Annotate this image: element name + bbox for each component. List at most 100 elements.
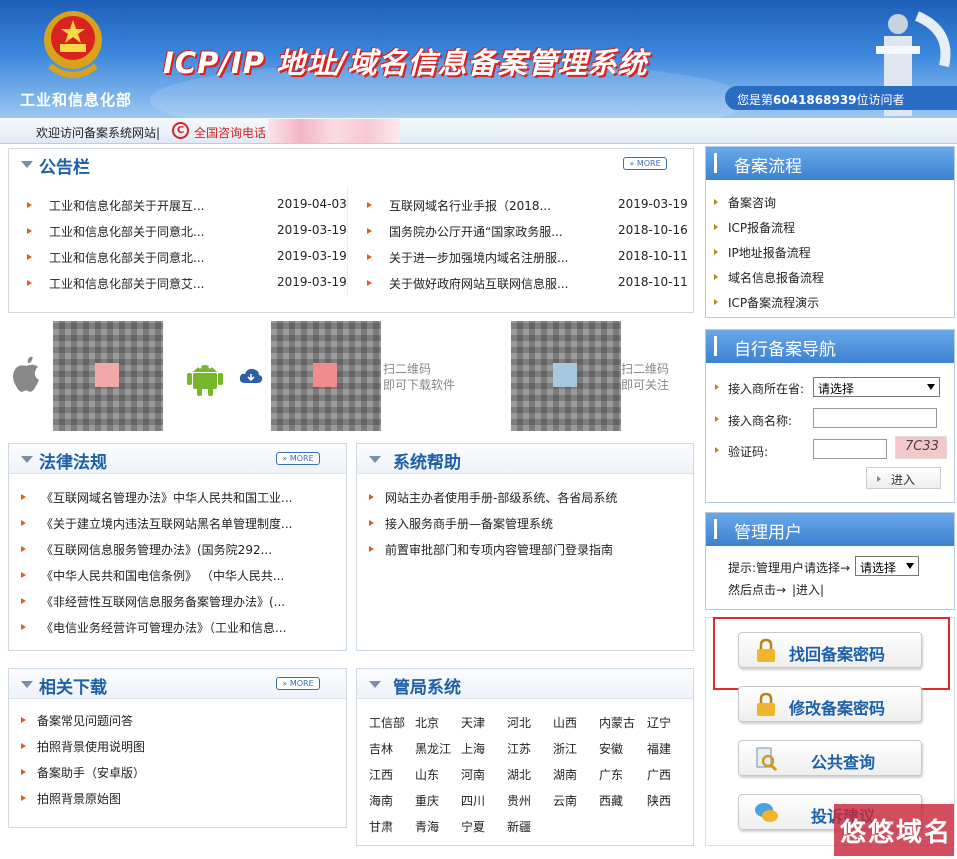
laws-more-button[interactable]: » MORE xyxy=(276,452,320,465)
province-link[interactable]: 甘肃 xyxy=(369,818,393,835)
bullet-arrow-icon xyxy=(21,624,26,630)
national-emblem-icon xyxy=(44,11,102,78)
law-link[interactable]: 《中华人民共和国电信条例》 （中华人民共... xyxy=(41,567,284,584)
apple-icon xyxy=(13,356,39,392)
downloads-more-button[interactable]: » MORE xyxy=(276,677,320,690)
admin-user-select[interactable]: 请选择 xyxy=(855,556,919,576)
province-link[interactable]: 重庆 xyxy=(415,792,439,809)
help-link[interactable]: 接入服务商手册—备案管理系统 xyxy=(385,515,553,532)
province-link[interactable]: 云南 xyxy=(553,792,577,809)
law-link[interactable]: 《互联网信息服务管理办法》(国务院292... xyxy=(41,541,272,558)
bullet-arrow-icon xyxy=(21,494,26,500)
modify-password-button[interactable]: 修改备案密码 xyxy=(738,686,922,722)
province-link[interactable]: 黑龙江 xyxy=(415,740,451,757)
download-link[interactable]: 拍照背景使用说明图 xyxy=(37,738,145,755)
welcome-bar: 欢迎访问备案系统网站| C 全国咨询电话 xyxy=(0,118,957,144)
province-link[interactable]: 浙江 xyxy=(553,740,577,757)
province-link[interactable]: 广东 xyxy=(599,766,623,783)
province-link[interactable]: 河北 xyxy=(507,714,531,731)
download-link[interactable]: 备案常见问题问答 xyxy=(37,712,133,729)
notice-link[interactable]: 互联网域名行业手报（2018... xyxy=(389,197,551,214)
admin-title: 管理用户 xyxy=(734,523,802,543)
isp-location-select[interactable]: 请选择 xyxy=(813,377,940,397)
notice-date: 2019-03-19 xyxy=(277,275,347,289)
province-link[interactable]: 安徽 xyxy=(599,740,623,757)
system-title: ICP/IP 地址/域名信息备案管理系统 xyxy=(163,46,648,80)
watermark: 悠悠域名 xyxy=(834,804,954,856)
province-link[interactable]: 海南 xyxy=(369,792,393,809)
notice-link[interactable]: 国务院办公厅开通“国家政务服... xyxy=(389,223,563,240)
public-query-button[interactable]: 公共查询 xyxy=(738,740,922,776)
law-link[interactable]: 《非经营性互联网信息服务备案管理办法》(... xyxy=(41,593,285,610)
province-link[interactable]: 江苏 xyxy=(507,740,531,757)
province-link[interactable]: 江西 xyxy=(369,766,393,783)
help-link[interactable]: 前置审批部门和专项内容管理部门登录指南 xyxy=(385,541,613,558)
download-link[interactable]: 拍照背景原始图 xyxy=(37,790,121,807)
captcha-input[interactable] xyxy=(813,439,887,459)
province-link[interactable]: 河南 xyxy=(461,766,485,783)
captcha-image[interactable]: 7C33 xyxy=(895,436,947,459)
flow-link[interactable]: IP地址报备流程 xyxy=(728,244,811,261)
admin-hint: 提示:管理用户请选择→ xyxy=(728,561,851,575)
province-link[interactable]: 山东 xyxy=(415,766,439,783)
province-link[interactable]: 天津 xyxy=(461,714,485,731)
download-link[interactable]: 备案助手（安卓版） xyxy=(37,764,145,781)
province-link[interactable]: 上海 xyxy=(461,740,485,757)
flow-link[interactable]: ICP报备流程 xyxy=(728,219,795,236)
bullet-arrow-icon xyxy=(27,228,32,234)
notice-link[interactable]: 工业和信息化部关于同意北... xyxy=(49,249,204,266)
province-link[interactable]: 四川 xyxy=(461,792,485,809)
province-link[interactable]: 北京 xyxy=(415,714,439,731)
nav-enter-button[interactable]: 进入 xyxy=(866,467,941,489)
flow-link[interactable]: 备案咨询 xyxy=(728,194,776,211)
notice-link[interactable]: 工业和信息化部关于同意北... xyxy=(49,223,204,240)
isp-name-input[interactable] xyxy=(813,408,937,428)
search-document-icon xyxy=(756,747,778,772)
bullet-arrow-icon xyxy=(27,280,32,286)
collapse-triangle-icon xyxy=(21,456,33,463)
bullet-arrow-icon xyxy=(27,202,32,208)
province-link[interactable]: 辽宁 xyxy=(647,714,671,731)
notice-link[interactable]: 关于进一步加强境内域名注册服... xyxy=(389,249,568,266)
province-link[interactable]: 新疆 xyxy=(507,818,531,835)
law-link[interactable]: 《互联网域名管理办法》中华人民共和国工业... xyxy=(41,489,292,506)
province-link[interactable]: 内蒙古 xyxy=(599,714,635,731)
cloud-download-icon[interactable] xyxy=(239,367,263,385)
province-link[interactable]: 工信部 xyxy=(369,714,405,731)
notice-link[interactable]: 关于做好政府网站互联网信息服... xyxy=(389,275,568,292)
collapse-triangle-icon xyxy=(21,681,33,688)
province-link[interactable]: 青海 xyxy=(415,818,439,835)
province-link[interactable]: 湖北 xyxy=(507,766,531,783)
retrieve-password-button[interactable]: 找回备案密码 xyxy=(738,632,922,668)
flow-link[interactable]: ICP备案流程演示 xyxy=(728,294,819,311)
collapse-triangle-icon xyxy=(21,161,33,168)
bullet-arrow-icon xyxy=(27,254,32,260)
notice-more-button[interactable]: » MORE xyxy=(623,157,667,170)
admin-enter-link[interactable]: |进入| xyxy=(792,581,824,598)
law-link[interactable]: 《电信业务经营许可管理办法》（工业和信息... xyxy=(41,619,286,636)
bullet-arrow-icon xyxy=(367,228,372,234)
province-link[interactable]: 西藏 xyxy=(599,792,623,809)
bullet-arrow-icon xyxy=(714,249,718,255)
province-link[interactable]: 湖南 xyxy=(553,766,577,783)
law-link[interactable]: 《关于建立境内违法互联网站黑名单管理制度... xyxy=(41,515,292,532)
province-link[interactable]: 广西 xyxy=(647,766,671,783)
province-link[interactable]: 贵州 xyxy=(507,792,531,809)
bureau-title: 管局系统 xyxy=(393,678,461,698)
downloads-panel: 相关下载 » MORE 备案常见问题问答 拍照背景使用说明图 备案助手（安卓版） 拍照… xyxy=(8,668,347,828)
province-link[interactable]: 山西 xyxy=(553,714,577,731)
help-link[interactable]: 网站主办者使用手册-部级系统、各省局系统 xyxy=(385,489,617,506)
flow-link[interactable]: 域名信息报备流程 xyxy=(728,269,824,286)
visitor-counter: 您是第6041868939位访问者 xyxy=(725,86,957,110)
notice-date: 2019-03-19 xyxy=(277,249,347,263)
flow-panel: 备案流程 备案咨询 ICP报备流程 IP地址报备流程 域名信息报备流程 ICP备案流程演… xyxy=(705,146,955,318)
province-link[interactable]: 宁夏 xyxy=(461,818,485,835)
notice-link[interactable]: 工业和信息化部关于同意艾... xyxy=(49,275,204,292)
notice-link[interactable]: 工业和信息化部关于开展互... xyxy=(49,197,204,214)
province-link[interactable]: 陕西 xyxy=(647,792,671,809)
bullet-arrow-icon xyxy=(21,795,26,801)
flow-title: 备案流程 xyxy=(734,157,802,177)
province-link[interactable]: 吉林 xyxy=(369,740,393,757)
province-link[interactable]: 福建 xyxy=(647,740,671,757)
laws-title: 法律法规 xyxy=(39,453,107,473)
